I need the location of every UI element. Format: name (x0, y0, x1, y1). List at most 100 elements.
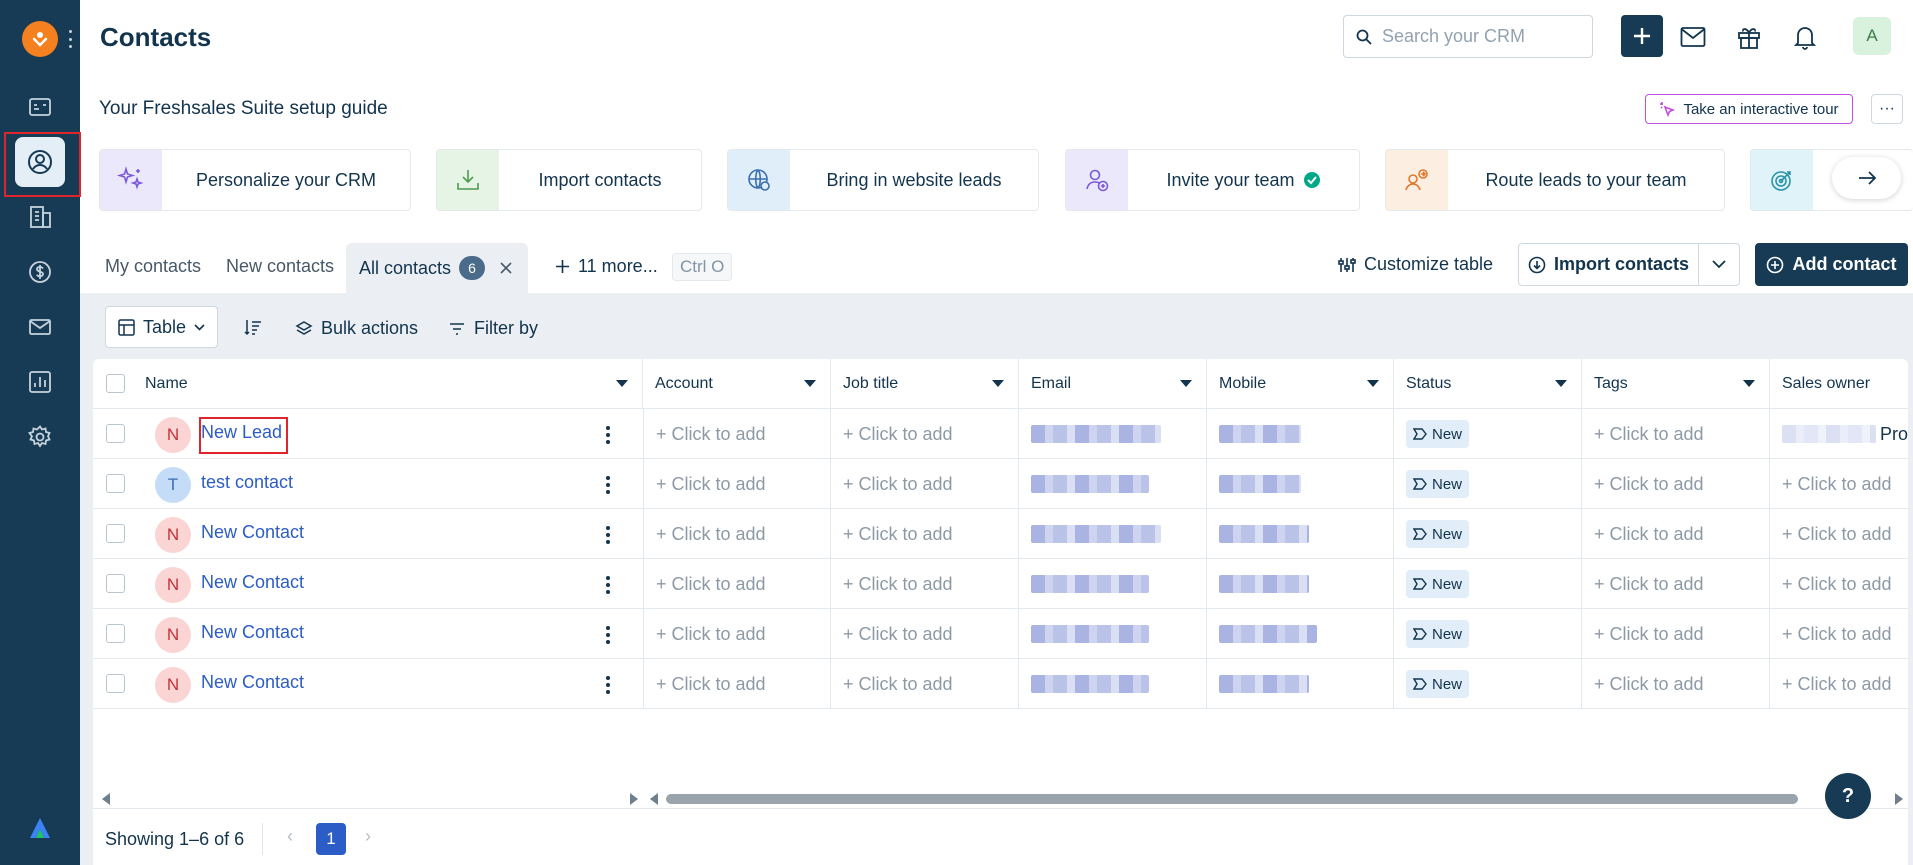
user-avatar[interactable]: A (1853, 17, 1891, 55)
status-cell[interactable]: New (1394, 609, 1582, 659)
tags-cell[interactable]: + Click to add (1582, 459, 1770, 509)
mobile-cell[interactable] (1207, 609, 1394, 659)
job-title-cell[interactable]: + Click to add (831, 459, 1019, 509)
search-input[interactable]: Search your CRM (1343, 15, 1593, 58)
row-checkbox[interactable] (106, 674, 125, 693)
guide-card-invite-team[interactable]: Invite your team (1065, 149, 1360, 211)
account-cell[interactable]: + Click to add (643, 409, 831, 459)
mobile-cell[interactable] (1207, 659, 1394, 709)
mobile-cell[interactable] (1207, 459, 1394, 509)
guide-card-personalize[interactable]: Personalize your CRM (99, 149, 411, 211)
job-title-cell[interactable]: + Click to add (831, 509, 1019, 559)
scroll-right-arrow-icon[interactable] (628, 792, 640, 806)
guide-next-button[interactable] (1832, 157, 1901, 199)
row-menu-icon[interactable] (606, 676, 610, 694)
help-button[interactable]: ? (1825, 773, 1871, 819)
row-checkbox[interactable] (106, 574, 125, 593)
contact-name-link[interactable]: test contact (201, 472, 293, 493)
column-header-email[interactable]: Email (1019, 359, 1207, 409)
status-badge[interactable]: New (1406, 420, 1470, 448)
reports-chart-icon[interactable] (15, 357, 65, 407)
app-switcher-icon[interactable] (68, 30, 72, 48)
job-title-cell[interactable]: + Click to add (831, 659, 1019, 709)
table-row[interactable]: N New Contact + Click to add + Click to … (93, 659, 1908, 709)
row-checkbox[interactable] (106, 524, 125, 543)
import-dropdown-button[interactable] (1698, 243, 1740, 286)
view-selector[interactable]: Table (105, 306, 218, 348)
tab-new-contacts[interactable]: New contacts (226, 256, 334, 277)
guide-card-website-leads[interactable]: Bring in website leads (727, 149, 1039, 211)
column-header-job-title[interactable]: Job title (831, 359, 1019, 409)
gift-icon[interactable] (1734, 22, 1764, 52)
bell-icon[interactable] (1790, 22, 1820, 52)
next-page-button[interactable]: › (365, 826, 371, 847)
column-header-sales-owner[interactable]: Sales owner (1770, 359, 1908, 409)
row-menu-icon[interactable] (606, 626, 610, 644)
more-views-button[interactable]: 11 more... (555, 256, 658, 277)
contact-name-link[interactable]: New Contact (201, 522, 304, 543)
prev-page-button[interactable]: ‹ (287, 826, 293, 847)
table-row[interactable]: N New Lead + Click to add + Click to add… (93, 409, 1908, 459)
email-cell[interactable] (1019, 509, 1207, 559)
tags-cell[interactable]: + Click to add (1582, 659, 1770, 709)
row-checkbox[interactable] (106, 474, 125, 493)
column-header-name[interactable]: Name (133, 359, 643, 409)
status-badge[interactable]: New (1406, 470, 1470, 498)
row-menu-icon[interactable] (606, 526, 610, 544)
contact-name-link[interactable]: New Contact (201, 622, 304, 643)
status-cell[interactable]: New (1394, 659, 1582, 709)
status-cell[interactable]: New (1394, 409, 1582, 459)
accounts-building-icon[interactable] (15, 192, 65, 242)
account-cell[interactable]: + Click to add (643, 509, 831, 559)
import-contacts-button[interactable]: Import contacts (1518, 243, 1699, 286)
quick-add-button[interactable] (1621, 15, 1663, 57)
guide-card-import[interactable]: Import contacts (436, 149, 702, 211)
mobile-cell[interactable] (1207, 559, 1394, 609)
job-title-cell[interactable]: + Click to add (831, 609, 1019, 659)
tab-all-contacts[interactable]: All contacts 6 (346, 243, 528, 293)
table-row[interactable]: N New Contact + Click to add + Click to … (93, 509, 1908, 559)
mobile-cell[interactable] (1207, 509, 1394, 559)
guide-card-route-leads[interactable]: Route leads to your team (1385, 149, 1725, 211)
account-cell[interactable]: + Click to add (643, 459, 831, 509)
interactive-tour-button[interactable]: Take an interactive tour (1645, 94, 1853, 124)
contact-name-link[interactable]: New Contact (201, 672, 304, 693)
tags-cell[interactable]: + Click to add (1582, 509, 1770, 559)
mail-icon[interactable] (15, 302, 65, 352)
status-badge[interactable]: New (1406, 670, 1470, 698)
account-cell[interactable]: + Click to add (643, 659, 831, 709)
sales-owner-cell[interactable]: Pro (1770, 409, 1908, 459)
account-cell[interactable]: + Click to add (643, 559, 831, 609)
sales-owner-cell[interactable]: + Click to add (1770, 559, 1908, 609)
sales-owner-cell[interactable]: + Click to add (1770, 659, 1908, 709)
sales-owner-cell[interactable]: + Click to add (1770, 459, 1908, 509)
sort-button[interactable] (244, 318, 262, 336)
mobile-cell[interactable] (1207, 409, 1394, 459)
tags-cell[interactable]: + Click to add (1582, 559, 1770, 609)
scroll-right-arrow-icon[interactable] (1893, 792, 1905, 806)
job-title-cell[interactable]: + Click to add (831, 409, 1019, 459)
email-cell[interactable] (1019, 609, 1207, 659)
email-cell[interactable] (1019, 559, 1207, 609)
email-cell[interactable] (1019, 409, 1207, 459)
status-cell[interactable]: New (1394, 559, 1582, 609)
column-header-account[interactable]: Account (643, 359, 831, 409)
mail-header-icon[interactable] (1678, 22, 1708, 52)
close-icon[interactable] (499, 261, 513, 275)
tags-cell[interactable]: + Click to add (1582, 409, 1770, 459)
deals-dollar-icon[interactable] (15, 247, 65, 297)
filter-button[interactable]: Filter by (448, 318, 538, 339)
row-menu-icon[interactable] (606, 476, 610, 494)
scroll-left-arrow-icon[interactable] (648, 792, 660, 806)
row-menu-icon[interactable] (606, 426, 610, 444)
bulk-actions-button[interactable]: Bulk actions (295, 318, 418, 339)
table-row[interactable]: N New Contact + Click to add + Click to … (93, 559, 1908, 609)
table-row[interactable]: N New Contact + Click to add + Click to … (93, 609, 1908, 659)
column-header-tags[interactable]: Tags (1582, 359, 1770, 409)
table-row[interactable]: T test contact + Click to add + Click to… (93, 459, 1908, 509)
horizontal-scrollbar-thumb[interactable] (666, 794, 1798, 804)
status-badge[interactable]: New (1406, 520, 1470, 548)
column-header-mobile[interactable]: Mobile (1207, 359, 1394, 409)
email-cell[interactable] (1019, 659, 1207, 709)
freshworks-logo-icon[interactable] (22, 21, 58, 57)
